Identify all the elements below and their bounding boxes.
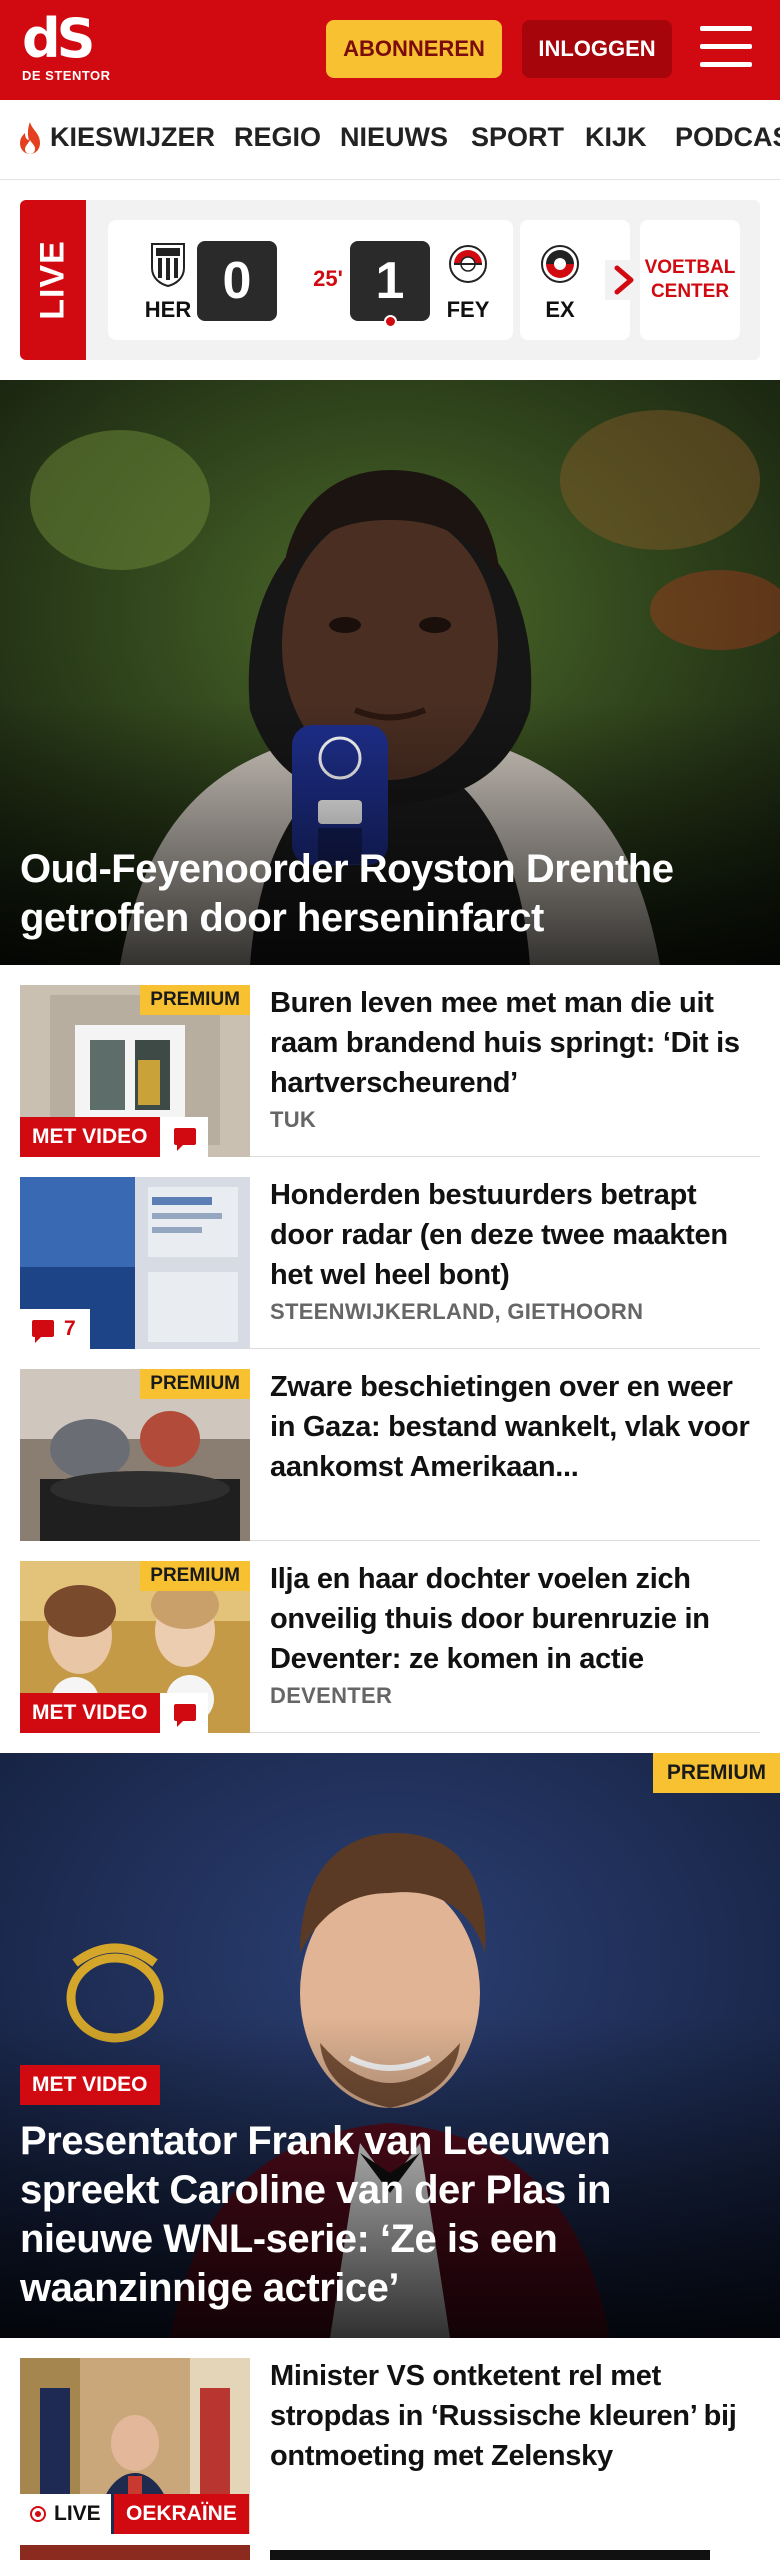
comment-icon[interactable] — [160, 1117, 208, 1157]
comment-count-badge[interactable]: 7 — [20, 1309, 90, 1349]
topic-tag[interactable]: OEKRAÏNE — [114, 2494, 249, 2534]
article-item[interactable]: PREMIUM Zware beschietingen over en weer… — [20, 1349, 760, 1541]
live-scores: LIVE HER 0 25' 1 FEY EX VOETBAL CENTER — [20, 200, 760, 360]
article-thumbnail: PREMIUM — [20, 1369, 250, 1541]
article-item[interactable]: PREMIUM MET VIDEO Buren leven mee met ma… — [20, 965, 760, 1157]
top-bar: dS DE STENTOR ABONNEREN INLOGGEN — [0, 0, 780, 100]
article-location: TUK — [270, 1107, 317, 1132]
chevron-right-icon[interactable] — [605, 260, 641, 300]
article-location: STEENWIJKERLAND, GIETHOORN — [270, 1299, 644, 1324]
nav-item-podcast[interactable]: PODCAS — [675, 122, 780, 153]
premium-badge: PREMIUM — [140, 1369, 250, 1399]
voetbal-center-button[interactable]: VOETBAL CENTER — [640, 220, 740, 340]
video-badge: MET VIDEO — [20, 1693, 160, 1733]
article-title[interactable]: Buren leven mee met man die uit raam bra… — [270, 983, 760, 1103]
login-button[interactable]: INLOGGEN — [522, 20, 672, 78]
hero-article[interactable]: Oud-Feyenoorder Royston Drenthe getroffe… — [0, 380, 780, 965]
article-thumbnail: PREMIUM MET VIDEO — [20, 985, 250, 1157]
next-article-title-peek — [270, 2550, 710, 2560]
excelsior-crest-icon — [541, 245, 579, 283]
nav-item-nieuws[interactable]: NIEUWS — [340, 122, 448, 153]
live-record-icon — [30, 2506, 46, 2522]
comment-count: 7 — [64, 1317, 76, 1340]
article-title[interactable]: Ilja en haar dochter voelen zich onveili… — [270, 1559, 760, 1679]
match-minute: 25' — [313, 266, 343, 291]
video-badge: MET VIDEO — [20, 1117, 160, 1157]
logo-mark: dS — [22, 7, 96, 70]
live-badge-label: LIVE — [54, 2502, 101, 2525]
live-match-card[interactable]: HER 0 25' 1 FEY — [108, 220, 513, 340]
comment-icon[interactable] — [160, 1693, 208, 1733]
next-club: EX — [530, 240, 590, 323]
nav-item-kijk[interactable]: KIJK — [585, 122, 647, 153]
subscribe-button[interactable]: ABONNEREN — [326, 20, 502, 78]
article-thumbnail: 7 — [20, 1177, 250, 1349]
premium-badge: PREMIUM — [140, 1561, 250, 1591]
article-title[interactable]: Zware beschietingen over en weer in Gaza… — [270, 1367, 760, 1487]
hero-title[interactable]: Oud-Feyenoorder Royston Drenthe getroffe… — [20, 845, 740, 943]
nav-item-sport[interactable]: SPORT — [471, 122, 564, 153]
away-score-value: 1 — [375, 252, 405, 310]
video-badge: MET VIDEO — [20, 2065, 160, 2105]
feyenoord-crest-icon — [449, 245, 487, 283]
article-item[interactable]: LIVE OEKRAÏNE Minister VS ontketent rel … — [20, 2338, 760, 2538]
flame-icon — [20, 122, 40, 154]
comment-icon — [32, 1320, 54, 1343]
site-logo[interactable]: dS DE STENTOR — [22, 12, 132, 90]
menu-icon[interactable] — [700, 26, 752, 72]
logo-subtitle: DE STENTOR — [22, 68, 111, 83]
live-label: LIVE — [33, 240, 72, 320]
nav-item-kieswijzer[interactable]: KIESWIJZER — [50, 122, 215, 153]
scored-indicator — [384, 315, 397, 328]
heracles-crest-icon — [151, 243, 185, 288]
article-location: DEVENTER — [270, 1683, 393, 1708]
home-club-code: HER — [144, 297, 192, 322]
live-tag: LIVE — [20, 200, 86, 360]
article-thumbnail: PREMIUM MET VIDEO — [20, 1561, 250, 1733]
away-score: 1 — [350, 241, 430, 328]
next-club-code: EX — [545, 297, 575, 322]
away-club-code: FEY — [446, 297, 490, 322]
article-item[interactable]: PREMIUM MET VIDEO Ilja en haar dochter v… — [20, 1541, 760, 1733]
article-thumbnail: LIVE OEKRAÏNE — [20, 2358, 250, 2534]
article-title[interactable]: Honderden bestuurders betrapt door radar… — [270, 1175, 760, 1295]
next-article-thumbnail-peek — [20, 2545, 250, 2560]
away-club: FEY — [438, 240, 498, 323]
live-badge: LIVE — [20, 2494, 111, 2534]
feature-title[interactable]: Presentator Frank van Leeuwen spreekt Ca… — [20, 2117, 740, 2313]
feature-article[interactable]: PREMIUM MET VIDEO Presentator Frank van … — [0, 1753, 780, 2338]
article-item[interactable]: 7 Honderden bestuurders betrapt door rad… — [20, 1157, 760, 1349]
home-score: 0 — [197, 241, 277, 321]
home-club: HER — [138, 240, 198, 323]
article-title[interactable]: Minister VS ontketent rel met stropdas i… — [270, 2356, 760, 2476]
premium-badge: PREMIUM — [652, 1753, 780, 1793]
nav-item-regio[interactable]: REGIO — [234, 122, 321, 153]
premium-badge: PREMIUM — [140, 985, 250, 1015]
main-nav: KIESWIJZER REGIO NIEUWS SPORT KIJK PODCA… — [0, 100, 780, 180]
